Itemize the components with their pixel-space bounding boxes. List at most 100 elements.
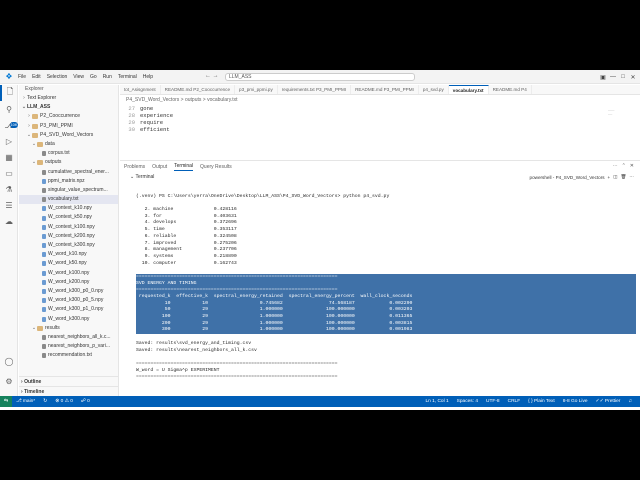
language-mode[interactable]: { } Plain Text (524, 399, 559, 404)
notifications-bell-icon[interactable]: ♫ (624, 399, 636, 404)
outline-section[interactable]: › Outline (19, 376, 118, 386)
menu-file[interactable]: File (15, 74, 29, 80)
tree-folder[interactable]: › P2_Cooccurrence (19, 112, 118, 121)
maximize-icon[interactable]: □ (618, 72, 628, 82)
kill-terminal-icon[interactable]: 🗑 (621, 174, 627, 180)
editor-tab[interactable]: requirements.txt P3_PMI_PPMI (278, 85, 352, 94)
tree-file[interactable]: cumulative_spectral_ener... (19, 168, 118, 177)
nav-arrows-icon[interactable]: ← → (205, 73, 219, 79)
tree-file[interactable]: W_word_k300_p0_5.npy (19, 296, 118, 305)
terminal-shell-label[interactable]: powershell - P4_SVD_Word_Vectors (530, 175, 605, 180)
editor-tab[interactable]: README.md P2_Cooccurrence (161, 85, 236, 94)
menu-terminal[interactable]: Terminal (115, 74, 140, 80)
prettier-indicator[interactable]: ✓✓ Prettier (592, 399, 625, 404)
tab-query-results[interactable]: Query Results (200, 164, 232, 171)
tab-problems[interactable]: Problems (124, 164, 145, 171)
editor-tab[interactable]: vocabulary.txt (448, 85, 489, 94)
database-icon[interactable]: ☰ (0, 197, 18, 213)
menu-run[interactable]: Run (100, 74, 115, 80)
breadcrumb[interactable]: P4_SVD_Word_Vectors > outputs > vocabula… (126, 97, 238, 103)
editor-tab[interactable]: p3_pmi_ppmi.py (235, 85, 278, 94)
menu-edit[interactable]: Edit (29, 74, 44, 80)
new-terminal-icon[interactable]: + (608, 175, 611, 180)
tree-folder[interactable]: ⌄ results (19, 324, 118, 333)
tab-terminal[interactable]: Terminal (174, 163, 194, 171)
tree-folder[interactable]: ⌄ outputs (19, 158, 118, 167)
editor-tab[interactable]: p4_svd.py (419, 85, 449, 94)
source-control-icon[interactable]: ⎇ 10K (0, 117, 18, 133)
section-text-explorer[interactable]: › Text Explorer (19, 94, 118, 103)
tree-folder[interactable]: › P3_PMI_PPMI (19, 122, 118, 131)
editor-tab[interactable]: tot_Asisgnment (120, 85, 161, 94)
code-line[interactable]: 27 gone (120, 105, 640, 112)
tab-output[interactable]: Output (152, 164, 167, 171)
docker-icon[interactable]: ☁ (0, 213, 18, 229)
tree-file[interactable]: W_word_k300_p0_0.npy (19, 287, 118, 296)
menu-help[interactable]: Help (140, 74, 156, 80)
line-ending[interactable]: CRLF (504, 399, 525, 404)
explorer-icon[interactable]: 🗋 (0, 85, 18, 101)
cursor-position[interactable]: Ln 1, Col 1 (421, 399, 452, 404)
tree-file[interactable]: recommendation.txt (19, 351, 118, 360)
indentation[interactable]: Spaces: 4 (453, 399, 482, 404)
tree-file[interactable]: W_context_k300.npy (19, 241, 118, 250)
terminal-output[interactable]: (.venv) PS C:\Users\yerra\OneDrive\Deskt… (136, 187, 636, 395)
branch-indicator[interactable]: ⎇ main* (12, 399, 39, 404)
close-panel-icon[interactable]: ✕ (630, 163, 634, 169)
editor-text[interactable]: 27 gone 28 experience 29 require 30 efficient (120, 105, 640, 157)
tree-file[interactable]: vocabulary.txt (19, 195, 118, 205)
sync-icon[interactable]: ↻ (39, 399, 51, 404)
run-debug-icon[interactable]: ▷ (0, 133, 18, 149)
tree-file[interactable]: corpus.txt (19, 149, 118, 158)
search-icon[interactable]: ⚲ (0, 101, 18, 117)
workspace-root[interactable]: ⌄ LLM_ASS (19, 103, 118, 112)
remote-indicator-icon[interactable]: ⇆ (0, 396, 13, 407)
command-center[interactable]: LLM_ASS (225, 73, 415, 81)
tree-file[interactable]: nearest_neighbors_p_vari... (19, 342, 118, 351)
tree-file[interactable]: ppmi_matrix.npz (19, 177, 118, 186)
tree-file[interactable]: W_word_k300.npy (19, 315, 118, 324)
tree-file[interactable]: singular_value_spectrum... (19, 186, 118, 195)
menu-go[interactable]: Go (87, 74, 100, 80)
terminal-selection[interactable]: ========================================… (136, 273, 636, 335)
editor-tab[interactable]: README.md P3_PMI_PPMI (351, 85, 419, 94)
problems-indicator[interactable]: ⊗ 0 ⚠ 0 (51, 399, 77, 404)
split-terminal-icon[interactable]: ◫ (613, 174, 617, 180)
code-line[interactable]: 29 require (120, 119, 640, 126)
tree-file[interactable]: W_word_k10.npy (19, 250, 118, 259)
tree-file[interactable]: W_word_k50.npy (19, 259, 118, 268)
maximize-panel-icon[interactable]: ⌃ (622, 163, 626, 169)
remote-icon[interactable]: ▭ (0, 165, 18, 181)
tree-folder[interactable]: ⌄ P4_SVD_Word_Vectors (19, 131, 118, 140)
tree-file[interactable]: nearest_neighbors_all_k.c... (19, 333, 118, 342)
account-icon[interactable]: ◯ (0, 353, 18, 369)
tree-folder[interactable]: ⌄ data (19, 140, 118, 149)
ports-indicator[interactable]: ☍ 0 (77, 399, 94, 404)
editor-tab[interactable]: README.md P4 (489, 85, 532, 94)
menu-selection[interactable]: Selection (44, 74, 71, 80)
terminal-section-header[interactable]: ⌄ Terminal (130, 174, 154, 180)
terminal-more-icon[interactable]: ⋯ (629, 174, 634, 180)
vscode-logo-icon: ❖ (5, 72, 13, 81)
tree-file[interactable]: W_context_k200.npy (19, 232, 118, 241)
tree-file[interactable]: W_word_k300_p1_0.npy (19, 305, 118, 314)
minimize-icon[interactable]: — (608, 72, 618, 82)
tree-file[interactable]: W_context_k50.npy (19, 213, 118, 222)
code-line[interactable]: 30 efficient (120, 126, 640, 133)
settings-gear-icon[interactable]: ⚙ (0, 373, 18, 389)
code-line[interactable]: 28 experience (120, 112, 640, 119)
layout-icon[interactable]: ▣ (598, 72, 608, 82)
more-icon[interactable]: ⋯ (613, 163, 618, 169)
tree-file[interactable]: W_word_k200.npy (19, 278, 118, 287)
extensions-icon[interactable]: ▦ (0, 149, 18, 165)
tree-file[interactable]: W_context_k100.npy (19, 223, 118, 232)
tree-file[interactable]: W_context_k10.npy (19, 204, 118, 213)
close-icon[interactable]: ✕ (628, 72, 638, 82)
tree-file[interactable]: W_word_k100.npy (19, 269, 118, 278)
minimap[interactable]: ─── ── (608, 108, 622, 118)
menu-view[interactable]: View (70, 74, 87, 80)
timeline-section[interactable]: › Timeline (19, 386, 118, 396)
testing-icon[interactable]: ⚗ (0, 181, 18, 197)
encoding[interactable]: UTF-8 (482, 399, 504, 404)
go-live-button[interactable]: 8-8 Go Live (559, 399, 592, 404)
